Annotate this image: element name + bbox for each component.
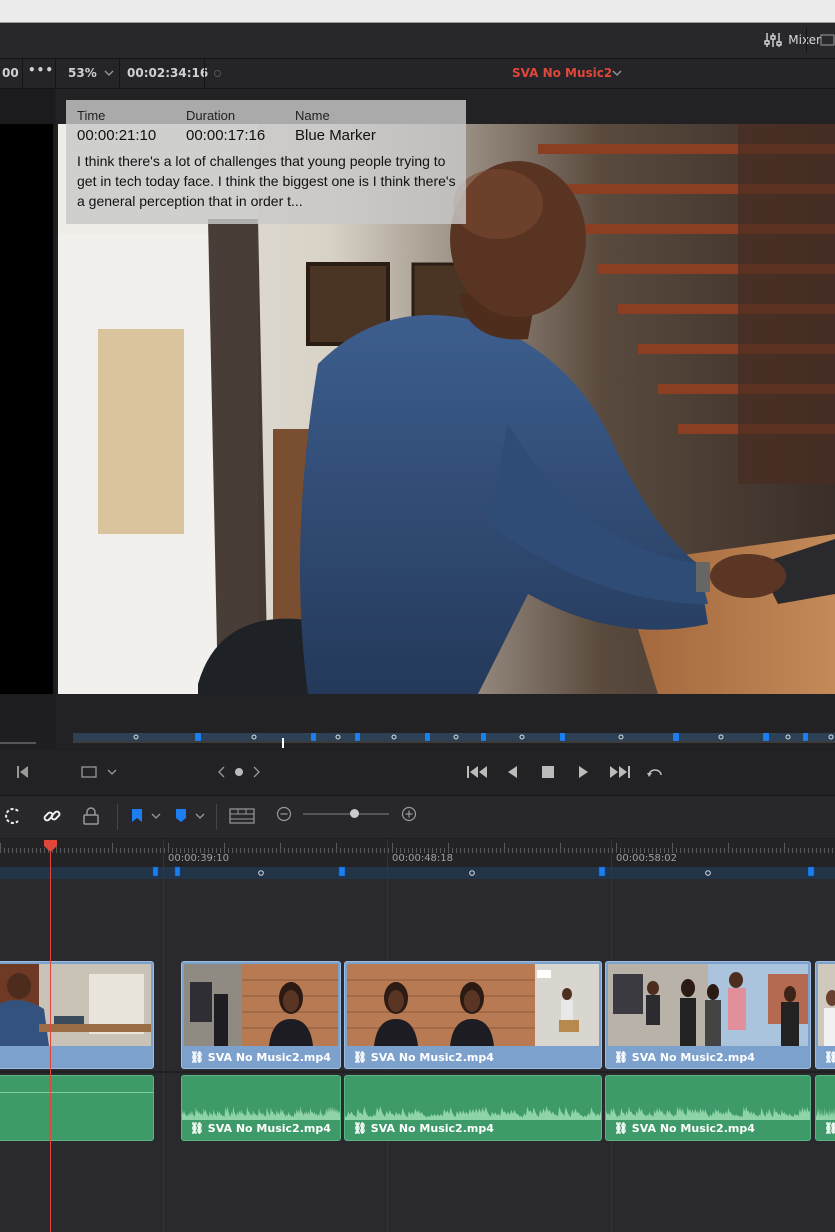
- video-clip[interactable]: ⛓ SVA No Music2.mp4: [344, 961, 602, 1069]
- clip-label: ⛓ SVA No Music2.mp4: [614, 1122, 755, 1135]
- marker-tooltip: Time Duration Name 00:00:21:10 00:00:17:…: [66, 100, 466, 224]
- clip-label-text: SVA No Music2.mp4: [631, 1122, 755, 1135]
- audio-level-line: [0, 1092, 153, 1093]
- name-header: Name: [295, 108, 330, 123]
- main-toolbar: [0, 23, 835, 59]
- flag-dropdown-icon[interactable]: [151, 813, 161, 820]
- video-clip[interactable]: ⛓ SVA No Music2.mp4: [181, 961, 341, 1069]
- time-header: Time: [77, 108, 106, 123]
- marker-icon[interactable]: [175, 808, 187, 824]
- more-icon[interactable]: •••: [28, 63, 54, 77]
- duration-header: Duration: [186, 108, 236, 123]
- marker-dropdown-icon[interactable]: [195, 813, 205, 820]
- timeline-toolbar: [0, 796, 835, 838]
- link-icon[interactable]: [42, 806, 62, 826]
- status-dot-icon: [214, 70, 221, 77]
- clip-label-text: SVA No Music2.mp4: [631, 1051, 755, 1064]
- clip-label: ⛓ SVA No Music2.mp4: [614, 1051, 755, 1064]
- video-clip[interactable]: ⛓: [815, 961, 835, 1069]
- clip-label: ⛓ SVA No Music2.mp4: [190, 1051, 331, 1064]
- ruler-ticks: [0, 843, 833, 853]
- marker-note: I think there's a lot of challenges that…: [77, 153, 456, 209]
- audio-waveform: [816, 1106, 835, 1120]
- transport-controls: [0, 750, 835, 796]
- marker-name: Blue Marker: [295, 127, 376, 144]
- clip-label-text: SVA No Music2.mp4: [370, 1122, 494, 1135]
- play-reverse-icon[interactable]: [506, 765, 518, 779]
- scrub-playhead[interactable]: [282, 738, 284, 748]
- audio-clip[interactable]: ⛓: [815, 1075, 835, 1141]
- clip-link-icon: ⛓: [824, 1051, 835, 1064]
- crop-icon[interactable]: [80, 765, 98, 779]
- marker-time: 00:00:21:10: [77, 127, 157, 144]
- snapping-icon[interactable]: [4, 806, 24, 826]
- ruler-timecode: 00:00:39:10: [168, 853, 230, 864]
- audio-waveform: [606, 1106, 810, 1120]
- toolbar-divider: [117, 804, 118, 830]
- mixer-label: Mixer: [788, 33, 821, 47]
- audio-clip[interactable]: ⛓ SVA No Music2.mp4: [181, 1075, 341, 1141]
- source-scrubber[interactable]: [0, 742, 36, 744]
- audio-waveform: [345, 1106, 601, 1120]
- clip-label: ⛓ SVA No Music2.mp4: [353, 1122, 494, 1135]
- first-frame-icon[interactable]: [16, 765, 30, 779]
- audio-clip[interactable]: ⛓ SVA No Music2.mp4: [605, 1075, 811, 1141]
- timeline-dropdown-icon[interactable]: [612, 70, 622, 77]
- marker-duration: 00:00:17:16: [186, 127, 266, 144]
- zoom-slider-handle[interactable]: [350, 809, 359, 818]
- stop-icon[interactable]: [541, 765, 555, 779]
- viewer-timecode[interactable]: 00:02:34:16: [127, 66, 208, 80]
- clip-label: ⛓ SVA No Music2.mp4: [353, 1051, 494, 1064]
- clip-thumbnail: [347, 964, 599, 1046]
- video-clip[interactable]: ⛓ SVA No Music2.mp4: [605, 961, 811, 1069]
- ruler-timecode: 00:00:58:02: [616, 853, 678, 864]
- timeline-markers: [152, 866, 815, 877]
- crop-dropdown-icon[interactable]: [107, 769, 117, 776]
- zoom-dropdown-icon[interactable]: [104, 70, 114, 77]
- skip-forward-icon[interactable]: [609, 764, 631, 780]
- clip-thumbnail: [0, 964, 151, 1046]
- mixer-button[interactable]: Mixer: [764, 30, 821, 50]
- jog-icon[interactable]: [218, 765, 260, 779]
- clip-label-text: SVA No Music2.mp4: [207, 1051, 331, 1064]
- zoom-in-icon[interactable]: [401, 806, 417, 822]
- video-clip[interactable]: [0, 961, 154, 1069]
- playhead-icon[interactable]: [43, 839, 58, 853]
- zoom-level[interactable]: 53%: [68, 66, 97, 80]
- clip-label: ⛓ SVA No Music2.mp4: [190, 1122, 331, 1135]
- toolbar-divider: [806, 28, 807, 52]
- viewer-header: 00 ••• 53% 00:02:34:16 SVA No Music2: [0, 59, 835, 89]
- zoom-out-icon[interactable]: [276, 806, 292, 822]
- zoom-slider[interactable]: [303, 813, 389, 815]
- audio-waveform: [182, 1106, 340, 1120]
- loop-icon[interactable]: [645, 764, 665, 780]
- clip-thumbnail: [608, 964, 808, 1046]
- clip-label-text: SVA No Music2.mp4: [370, 1051, 494, 1064]
- clip-thumbnail: [184, 964, 338, 1046]
- timeline-view-icon[interactable]: [229, 808, 255, 824]
- scrub-markers: [73, 733, 835, 748]
- grid-line: [163, 839, 164, 1232]
- timeline-name[interactable]: SVA No Music2: [512, 66, 612, 80]
- lock-icon[interactable]: [82, 806, 100, 826]
- track-divider: [0, 1071, 835, 1073]
- timeline-playhead[interactable]: [50, 846, 51, 1232]
- mixer-icon: [764, 33, 782, 47]
- clip-thumbnail: [818, 964, 835, 1046]
- toolbar-divider: [216, 804, 217, 830]
- window-title-strip: [0, 0, 835, 23]
- clip-label-text: SVA No Music2.mp4: [207, 1122, 331, 1135]
- source-timecode: 00: [2, 66, 19, 80]
- panel-icon[interactable]: [820, 34, 835, 46]
- source-viewer-frame: [0, 124, 53, 694]
- audio-clip[interactable]: [0, 1075, 154, 1141]
- clip-link-icon: ⛓: [824, 1122, 835, 1135]
- audio-clip[interactable]: ⛓ SVA No Music2.mp4: [344, 1075, 602, 1141]
- skip-back-icon[interactable]: [466, 764, 488, 780]
- play-icon[interactable]: [578, 765, 590, 779]
- flag-icon[interactable]: [131, 808, 143, 824]
- ruler-timecode: 00:00:48:18: [392, 853, 454, 864]
